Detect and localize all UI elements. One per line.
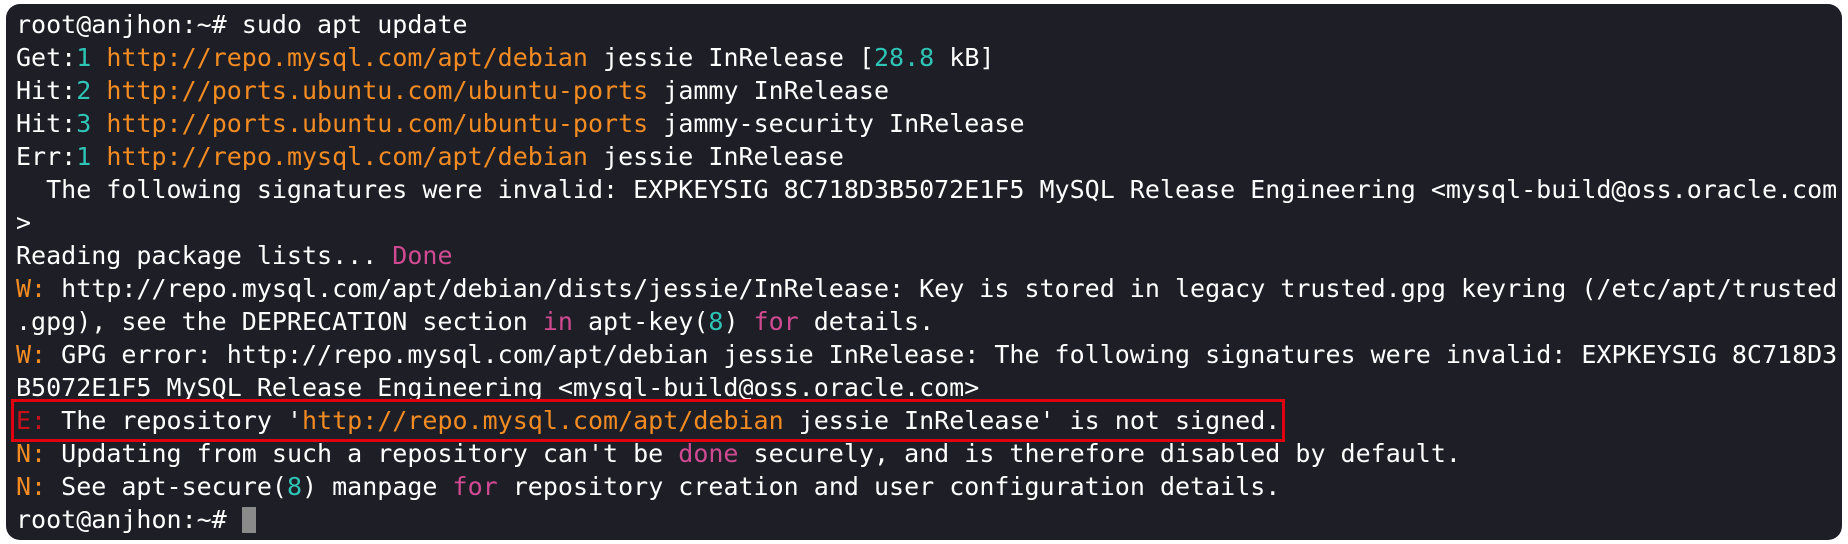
terminal-window[interactable]: root@anjhon:~# sudo apt update Get:1 htt… (6, 4, 1842, 540)
output-line-get1: Get:1 http://repo.mysql.com/apt/debian j… (16, 41, 1842, 74)
prompt: root@anjhon:~# (16, 505, 227, 534)
section-number: 8 (708, 307, 724, 336)
notice-text: repository creation and user configurati… (497, 472, 1281, 501)
warning-line-2a: W: GPG error: http://repo.mysql.com/apt/… (16, 338, 1842, 371)
output-line-hit3: Hit:3 http://ports.ubuntu.com/ubuntu-por… (16, 107, 1842, 140)
repo-url: http://ports.ubuntu.com/ubuntu-ports (106, 76, 649, 105)
section-number: 8 (286, 472, 303, 501)
warning-text: .gpg), see the DEPRECATION section (16, 307, 543, 336)
repo-url: http://ports.ubuntu.com/ubuntu-ports (106, 109, 649, 138)
warning-line-1b: .gpg), see the DEPRECATION section in ap… (16, 305, 1842, 338)
notice-line-2: N: See apt-secure(8) manpage for reposit… (16, 470, 1842, 503)
terminal-cursor[interactable] (241, 507, 256, 533)
hit-number: 2 (76, 76, 92, 105)
suite-text: jammy InRelease (663, 76, 890, 105)
error-prefix: E: (16, 406, 47, 435)
for-keyword: for (452, 472, 498, 501)
command-line: root@anjhon:~# sudo apt update (16, 8, 1842, 41)
suite-text: jessie InRelease (603, 142, 844, 171)
hit-label: Hit: (16, 76, 77, 105)
error-text: The repository ' (61, 406, 302, 435)
err-label: Err: (16, 142, 77, 171)
get-number: 1 (76, 43, 92, 72)
error-text: jessie InRelease' is not signed. (783, 406, 1281, 435)
warning-text: http://repo.mysql.com/apt/debian/dists/j… (61, 274, 1838, 303)
suite-text: jammy-security InRelease (663, 109, 1025, 138)
warning-prefix: W: (16, 274, 47, 303)
for-keyword: for (753, 307, 799, 336)
warning-line-1a: W: http://repo.mysql.com/apt/debian/dist… (16, 272, 1842, 305)
output-line-err1: Err:1 http://repo.mysql.com/apt/debian j… (16, 140, 1842, 173)
notice-text: Updating from such a repository can't be (61, 439, 679, 468)
hit-label: Hit: (16, 109, 77, 138)
notice-text: ) manpage (302, 472, 453, 501)
suite-text: jessie InRelease (603, 43, 844, 72)
notice-prefix: N: (16, 439, 47, 468)
error-highlight-box: E: The repository 'http://repo.mysql.com… (10, 399, 1286, 442)
size-number: 28.8 (874, 43, 935, 72)
warning-prefix: W: (16, 340, 47, 369)
notice-prefix: N: (16, 472, 47, 501)
done-keyword: done (678, 439, 739, 468)
warning-text: GPG error: http://repo.mysql.com/apt/deb… (61, 340, 1838, 369)
final-prompt-line[interactable]: root@anjhon:~# (16, 503, 1842, 536)
reading-text: Reading package lists... (16, 241, 393, 270)
notice-text: securely, and is therefore disabled by d… (738, 439, 1461, 468)
warning-text: ) (723, 307, 754, 336)
output-line-hit2: Hit:2 http://ports.ubuntu.com/ubuntu-por… (16, 74, 1842, 107)
repo-url: http://repo.mysql.com/apt/debian (106, 43, 588, 72)
notice-text: See apt-secure( (61, 472, 287, 501)
signature-line-2: > (16, 208, 32, 237)
get-label: Get: (16, 43, 77, 72)
warning-text: details. (798, 307, 935, 336)
prompt: root@anjhon:~# (16, 10, 227, 39)
warning-text: apt-key( (572, 307, 709, 336)
done-keyword: Done (392, 241, 453, 270)
warning-line-2b: B5072E1F5 MySQL Release Engineering <mys… (16, 373, 980, 402)
command-text: sudo apt update (241, 10, 468, 39)
repo-url: http://repo.mysql.com/apt/debian (302, 406, 784, 435)
err-number: 1 (76, 142, 92, 171)
hit-number: 3 (76, 109, 92, 138)
notice-line-1: N: Updating from such a repository can't… (16, 437, 1842, 470)
signature-line-1: The following signatures were invalid: E… (16, 175, 1838, 204)
reading-line: Reading package lists... Done (16, 239, 1842, 272)
size-open: [ (858, 43, 874, 72)
error-line: E: The repository 'http://repo.mysql.com… (10, 399, 1842, 442)
repo-url: http://repo.mysql.com/apt/debian (106, 142, 588, 171)
size-unit: kB] (949, 43, 995, 72)
in-keyword: in (542, 307, 573, 336)
